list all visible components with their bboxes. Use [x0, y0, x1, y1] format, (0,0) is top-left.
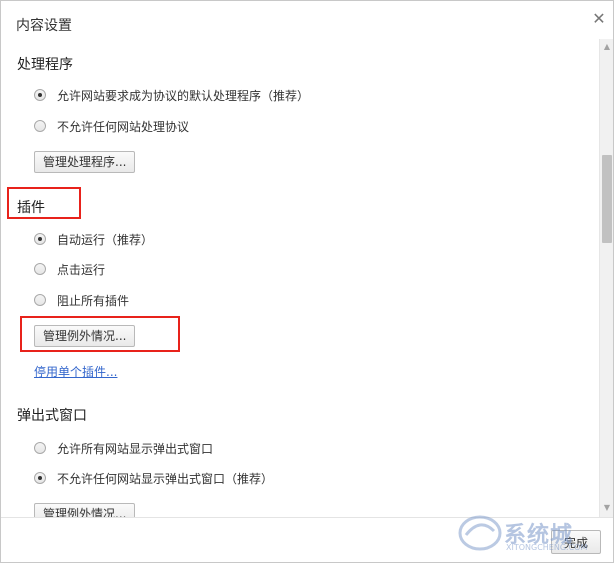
radio-label: 不允许任何网站处理协议 [57, 119, 190, 134]
radio-button[interactable] [34, 233, 46, 245]
radio-button[interactable] [34, 263, 46, 275]
section-title-popups: 弹出式窗口 [17, 408, 87, 424]
radio-label: 阻止所有插件 [57, 293, 130, 308]
radio-label: 点击运行 [57, 262, 106, 277]
radio-button[interactable] [34, 472, 46, 484]
radio-allow-popups[interactable]: 允许所有网站显示弹出式窗口 [34, 439, 213, 457]
done-button[interactable]: 完成 [551, 530, 601, 554]
manage-handlers-button[interactable]: 管理处理程序... [34, 151, 136, 173]
radio-plugins-click-to-run[interactable]: 点击运行 [34, 260, 105, 278]
radio-label: 允许网站要求成为协议的默认处理程序（推荐） [57, 88, 310, 103]
scroll-up-arrow-icon[interactable]: ▲ [601, 41, 613, 53]
disable-individual-plugins-link[interactable]: 停用单个插件... [34, 363, 117, 380]
radio-button[interactable] [34, 294, 46, 306]
scroll-down-arrow-icon[interactable]: ▼ [601, 502, 613, 514]
settings-scroll-area: 处理程序 允许网站要求成为协议的默认处理程序（推荐） 不允许任何网站处理协议 管… [1, 39, 599, 517]
radio-button[interactable] [34, 442, 46, 454]
dialog-title: 内容设置 [16, 18, 72, 34]
radio-label: 自动运行（推荐） [57, 232, 154, 247]
close-icon[interactable]: ✕ [591, 11, 607, 27]
dialog-footer: 完成 [1, 517, 613, 562]
radio-block-handlers[interactable]: 不允许任何网站处理协议 [34, 117, 189, 135]
radio-block-popups[interactable]: 不允许任何网站显示弹出式窗口（推荐） [34, 469, 273, 487]
radio-allow-handlers[interactable]: 允许网站要求成为协议的默认处理程序（推荐） [34, 86, 309, 104]
radio-button[interactable] [34, 89, 46, 101]
vertical-scrollbar[interactable]: ▲ ▼ [599, 39, 613, 517]
manage-plugin-exceptions-button[interactable]: 管理例外情况... [34, 325, 136, 347]
radio-plugins-auto[interactable]: 自动运行（推荐） [34, 230, 153, 248]
section-title-handlers: 处理程序 [17, 57, 73, 73]
scroll-thumb[interactable] [602, 155, 612, 243]
content-settings-dialog: 内容设置 ✕ 处理程序 允许网站要求成为协议的默认处理程序（推荐） 不允许任何网… [0, 0, 614, 563]
radio-plugins-block-all[interactable]: 阻止所有插件 [34, 291, 129, 309]
radio-button[interactable] [34, 120, 46, 132]
radio-label: 不允许任何网站显示弹出式窗口（推荐） [57, 471, 274, 486]
radio-label: 允许所有网站显示弹出式窗口 [57, 441, 214, 456]
manage-popup-exceptions-button[interactable]: 管理例外情况... [34, 503, 136, 517]
section-title-plugins: 插件 [17, 200, 45, 216]
